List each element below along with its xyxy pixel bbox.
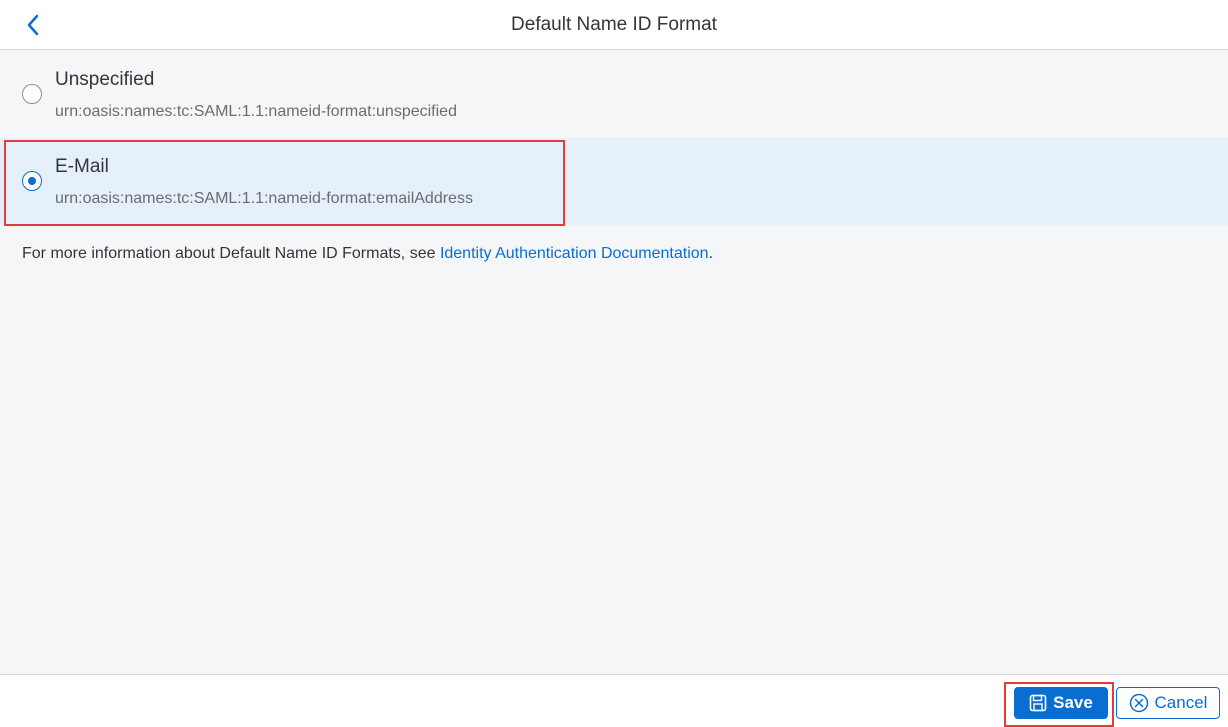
documentation-link[interactable]: Identity Authentication Documentation (440, 245, 709, 262)
option-title: Unspecified (55, 69, 155, 90)
page-header: Default Name ID Format (0, 0, 1228, 50)
info-prefix: For more information about Default Name … (22, 245, 440, 262)
radio-button-selected[interactable] (22, 171, 42, 191)
option-title: E-Mail (55, 156, 109, 177)
highlight-box (4, 140, 565, 226)
save-button[interactable]: Save (1014, 687, 1108, 719)
footer-toolbar: Save Cancel (0, 674, 1228, 727)
save-icon (1029, 694, 1047, 712)
cancel-circle-icon (1129, 693, 1148, 713)
option-description: urn:oasis:names:tc:SAML:1.1:nameid-forma… (55, 103, 457, 120)
radio-button[interactable] (22, 84, 42, 104)
info-suffix: . (708, 245, 714, 262)
cancel-button[interactable]: Cancel (1116, 687, 1220, 719)
option-description: urn:oasis:names:tc:SAML:1.1:nameid-forma… (55, 190, 473, 207)
save-label: Save (1053, 693, 1093, 712)
name-id-format-list: Unspecified urn:oasis:names:tc:SAML:1.1:… (0, 51, 1228, 226)
cancel-label: Cancel (1154, 693, 1208, 712)
page-title: Default Name ID Format (511, 14, 717, 35)
option-unspecified[interactable]: Unspecified urn:oasis:names:tc:SAML:1.1:… (0, 51, 1228, 138)
info-text: For more information about Default Name … (22, 245, 713, 263)
option-email[interactable]: E-Mail urn:oasis:names:tc:SAML:1.1:namei… (0, 138, 1228, 226)
